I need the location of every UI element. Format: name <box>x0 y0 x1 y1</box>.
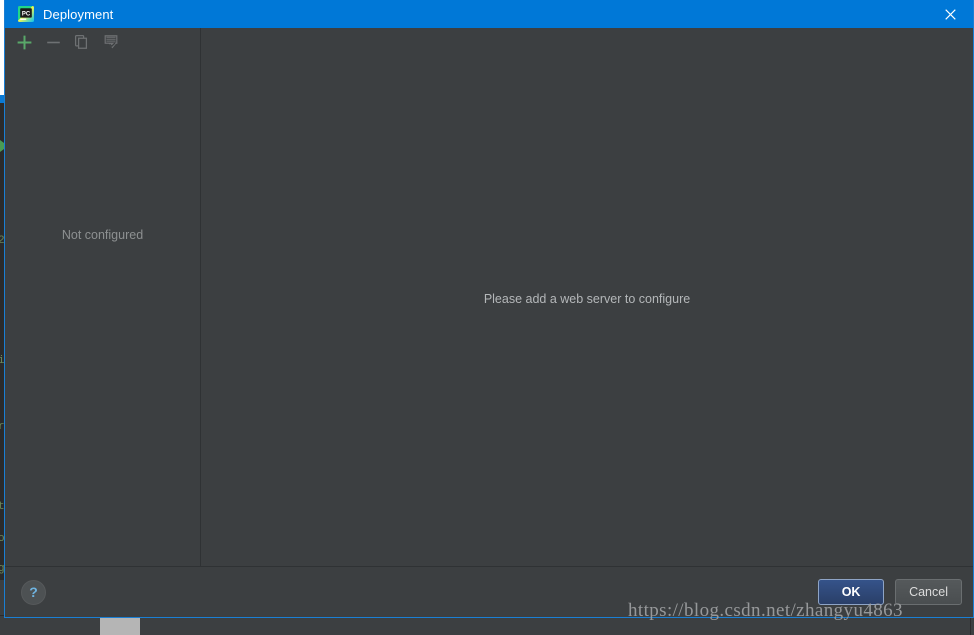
remove-server-button[interactable] <box>44 33 62 51</box>
set-default-server-button[interactable] <box>102 33 120 51</box>
cancel-button[interactable]: Cancel <box>895 579 962 605</box>
add-server-button[interactable] <box>15 33 33 51</box>
server-list[interactable]: Not configured <box>5 56 200 566</box>
pycharm-logo-icon: PC <box>18 6 34 22</box>
server-config-pane: Please add a web server to configure <box>201 28 973 566</box>
copy-server-button[interactable] <box>73 33 91 51</box>
help-button[interactable]: ? <box>21 579 46 605</box>
close-icon[interactable] <box>927 0 973 28</box>
deployment-dialog: PC Deployment Not configured Please add … <box>4 0 974 618</box>
server-config-empty-message: Please add a web server to configure <box>483 292 691 306</box>
server-list-toolbar <box>5 28 200 56</box>
server-list-pane: Not configured <box>5 28 201 566</box>
ide-status-bar <box>0 615 974 635</box>
server-list-empty-label: Not configured <box>61 228 144 242</box>
dialog-title: Deployment <box>43 6 114 22</box>
ok-button[interactable]: OK <box>818 579 885 605</box>
dialog-footer: ? OK Cancel <box>5 566 973 617</box>
svg-text:PC: PC <box>22 11 31 17</box>
dialog-titlebar: PC Deployment <box>5 0 973 28</box>
dialog-body: Not configured Please add a web server t… <box>5 28 973 566</box>
